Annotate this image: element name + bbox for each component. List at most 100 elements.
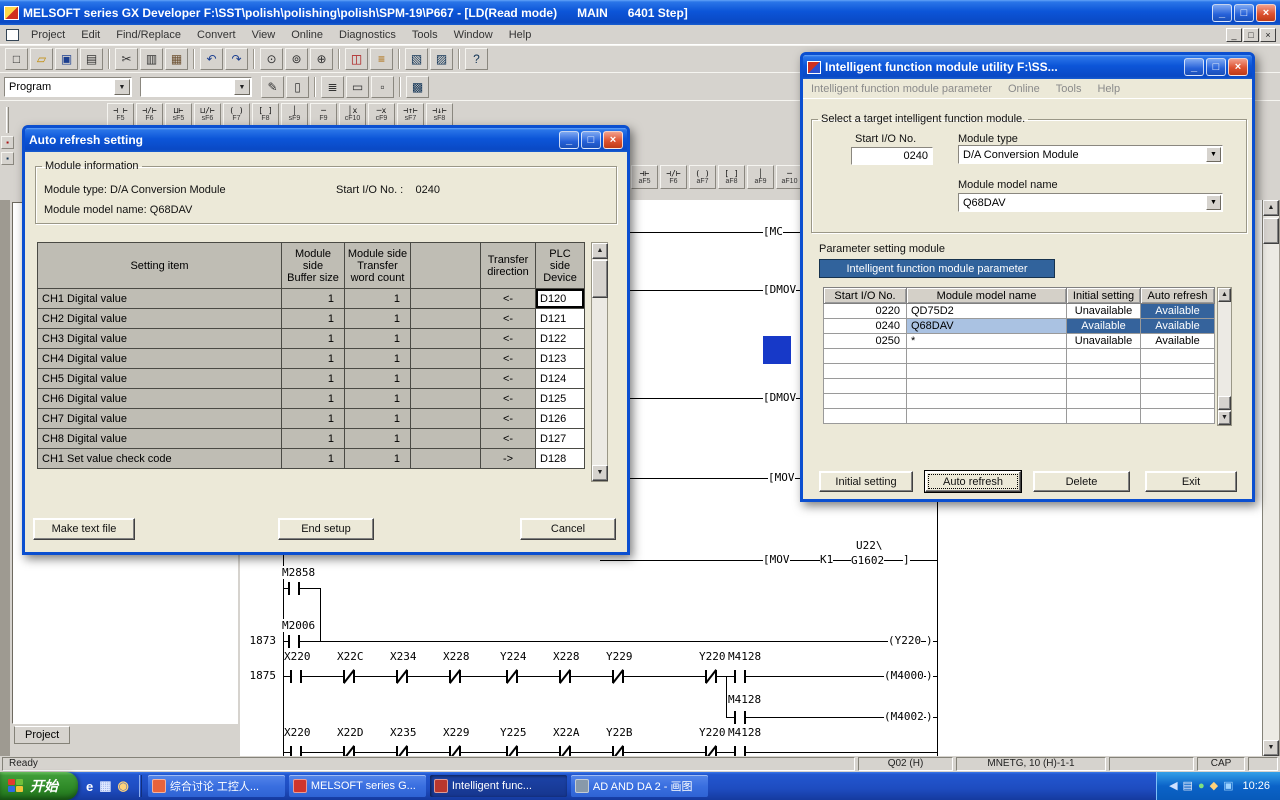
rising-pulse-button[interactable]: ⊣↑⊢sF7 xyxy=(397,103,424,127)
initial-setting-button[interactable]: Initial setting xyxy=(819,471,913,492)
ladder-contact[interactable] xyxy=(288,635,300,648)
ladder-contact-nc[interactable] xyxy=(506,746,518,756)
maximize-button[interactable]: □ xyxy=(581,131,601,149)
save-icon[interactable]: ▣ xyxy=(55,48,78,70)
plc-device-cell[interactable]: D123 xyxy=(536,349,585,369)
ladder-aF10-button[interactable]: ─aF10 xyxy=(776,165,803,189)
read-ladder-icon[interactable]: ▯ xyxy=(286,76,309,98)
device-comment-icon[interactable]: ≣ xyxy=(321,76,344,98)
dock-icon-2[interactable]: ▪ xyxy=(1,152,14,165)
delete-vertical-line-button[interactable]: │xcF10 xyxy=(339,103,366,127)
cancel-button[interactable]: Cancel xyxy=(520,518,616,540)
plc-device-cell[interactable]: D124 xyxy=(536,369,585,389)
program-selector[interactable]: Program ▼ xyxy=(4,77,132,97)
menu-edit[interactable]: Edit xyxy=(73,27,108,43)
device-monitor-icon[interactable]: ▩ xyxy=(406,76,429,98)
internet-explorer-icon[interactable]: e xyxy=(86,779,93,794)
find-replace-icon[interactable]: ⊚ xyxy=(285,48,308,70)
model-name-cell[interactable] xyxy=(907,409,1067,424)
undo-icon[interactable]: ↶ xyxy=(200,48,223,70)
start-io-cell[interactable] xyxy=(824,394,907,409)
media-player-icon[interactable]: ◉ xyxy=(118,778,129,794)
ladder-contact[interactable] xyxy=(734,746,746,756)
vertical-scrollbar[interactable]: ▲ ▼ xyxy=(1262,200,1279,756)
block-selector[interactable]: ▼ xyxy=(140,77,252,97)
taskbar-task-paint[interactable]: AD AND DA 2 - 画图 xyxy=(571,775,708,797)
ladder-contact-nc[interactable] xyxy=(705,746,717,756)
cut-icon[interactable]: ✂ xyxy=(115,48,138,70)
taskbar-task-melsoft[interactable]: MELSOFT series G... xyxy=(289,775,426,797)
make-text-file-button[interactable]: Make text file xyxy=(33,518,135,540)
open-branch-button[interactable]: ⊔⊢sF5 xyxy=(165,103,192,127)
ime-icon[interactable]: ▤ xyxy=(1183,781,1193,792)
scroll-up-button[interactable]: ▲ xyxy=(1218,288,1231,302)
model-name-cell[interactable]: QD75D2 xyxy=(907,304,1067,319)
ladder-F6-button[interactable]: ⊣/⊢F6 xyxy=(660,165,687,189)
write-mode-icon[interactable]: ▨ xyxy=(430,48,453,70)
auto-refresh-cell[interactable]: Available xyxy=(1141,334,1215,349)
start-io-cell[interactable] xyxy=(824,364,907,379)
ladder-contact[interactable] xyxy=(734,670,746,683)
auto-refresh-cell[interactable]: Available xyxy=(1141,304,1215,319)
ladder-contact-nc[interactable] xyxy=(705,670,717,683)
closed-branch-button[interactable]: ⊔/⊢sF6 xyxy=(194,103,221,127)
ladder-aF5-button[interactable]: ⊣⊢aF5 xyxy=(631,165,658,189)
chevron-down-icon[interactable]: ▼ xyxy=(114,79,130,95)
ladder-contact-nc[interactable] xyxy=(559,746,571,756)
plc-device-cell[interactable]: D121 xyxy=(536,309,585,329)
dock-icon-1[interactable]: ▪ xyxy=(1,136,14,149)
utility-menu-tools[interactable]: Tools xyxy=(1048,81,1090,97)
scroll-up-button[interactable]: ▲ xyxy=(592,243,608,259)
ladder-contact-nc[interactable] xyxy=(449,670,461,683)
auto-refresh-cell[interactable] xyxy=(1141,349,1215,364)
ladder-contact-nc[interactable] xyxy=(559,670,571,683)
open-contact-button[interactable]: ⊣ ⊢F5 xyxy=(107,103,134,127)
model-name-cell[interactable] xyxy=(907,349,1067,364)
start-io-cell[interactable]: 0220 xyxy=(824,304,907,319)
menu-tools[interactable]: Tools xyxy=(404,27,446,43)
plc-device-cell[interactable]: D127 xyxy=(536,429,585,449)
ladder-contact-nc[interactable] xyxy=(396,746,408,756)
network-icon[interactable]: ▣ xyxy=(1223,781,1233,792)
taskbar-task-utility[interactable]: Intelligent func... xyxy=(430,775,567,797)
mdi-minimize-button[interactable]: _ xyxy=(1226,28,1242,42)
scroll-down-button[interactable]: ▼ xyxy=(592,465,608,481)
print-icon[interactable]: ▤ xyxy=(80,48,103,70)
chevron-down-icon[interactable]: ▼ xyxy=(1206,195,1221,210)
menu-project[interactable]: Project xyxy=(23,27,73,43)
initial-setting-cell[interactable] xyxy=(1067,349,1141,364)
ladder-mode-icon[interactable]: ◫ xyxy=(345,48,368,70)
start-io-cell[interactable] xyxy=(824,349,907,364)
scrollbar-thumb[interactable] xyxy=(592,260,608,298)
edit-ladder-icon[interactable]: ✎ xyxy=(261,76,284,98)
chevron-down-icon[interactable]: ▼ xyxy=(1206,147,1221,162)
menu-find-replace[interactable]: Find/Replace xyxy=(108,27,189,43)
ladder-contact-nc[interactable] xyxy=(612,746,624,756)
maximize-button[interactable]: □ xyxy=(1206,58,1226,76)
auto-refresh-button[interactable]: Auto refresh xyxy=(925,471,1021,492)
note-icon[interactable]: ▫ xyxy=(371,76,394,98)
falling-pulse-button[interactable]: ⊣↓⊢sF8 xyxy=(426,103,453,127)
closed-contact-button[interactable]: ⊣/⊢F6 xyxy=(136,103,163,127)
model-name-cell[interactable] xyxy=(907,394,1067,409)
model-name-cell[interactable]: * xyxy=(907,334,1067,349)
ladder-contact-nc[interactable] xyxy=(343,746,355,756)
exit-button[interactable]: Exit xyxy=(1145,471,1237,492)
model-name-cell[interactable] xyxy=(907,364,1067,379)
scroll-up-button[interactable]: ▲ xyxy=(1263,200,1279,216)
delete-button[interactable]: Delete xyxy=(1033,471,1130,492)
open-folder-icon[interactable]: ▱ xyxy=(30,48,53,70)
initial-setting-cell[interactable]: Unavailable xyxy=(1067,334,1141,349)
auto-refresh-cell[interactable] xyxy=(1141,409,1215,424)
plc-device-cell[interactable]: D120 xyxy=(536,289,585,309)
ladder-aF8-button[interactable]: [ ]aF8 xyxy=(718,165,745,189)
start-io-cell[interactable]: 0250 xyxy=(824,334,907,349)
close-icon[interactable]: × xyxy=(1256,4,1276,22)
menu-online[interactable]: Online xyxy=(283,27,331,43)
auto-refresh-cell[interactable] xyxy=(1141,394,1215,409)
hide-icons-chevron[interactable]: ◀ xyxy=(1169,781,1177,792)
scroll-down-button[interactable]: ▼ xyxy=(1263,740,1279,756)
ladder-contact-nc[interactable] xyxy=(449,746,461,756)
initial-setting-cell[interactable] xyxy=(1067,394,1141,409)
ladder-contact-nc[interactable] xyxy=(396,670,408,683)
